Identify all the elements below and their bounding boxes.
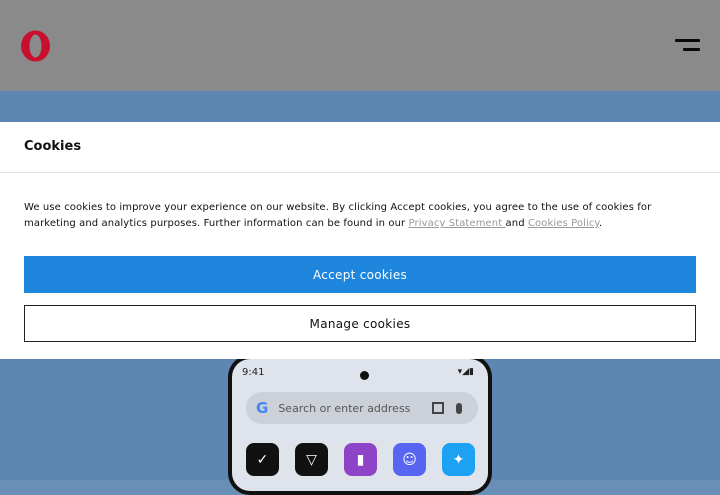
site-header [0,0,720,91]
twitch-app-icon: ▮ [344,443,377,476]
phone-search-bar: G Search or enter address [246,392,478,424]
app-shortcuts: ✓ ▽ ▮ ☺ ✦ [246,443,475,476]
qr-code-icon [432,402,444,414]
cookie-text-and: and [505,218,528,229]
discord-app-icon: ☺ [393,443,426,476]
privacy-statement-link[interactable]: Privacy Statement [409,218,506,229]
hamburger-menu-icon[interactable] [675,38,700,54]
cookies-policy-link[interactable]: Cookies Policy [528,218,599,229]
manage-cookies-button[interactable]: Manage cookies [24,305,696,342]
opera-logo-icon[interactable] [20,30,51,62]
accept-cookies-button[interactable]: Accept cookies [24,256,696,293]
cookie-text-end: . [599,218,603,229]
status-time: 9:41 [242,367,265,378]
microphone-icon [456,402,462,414]
cookie-dialog: Cookies We use cookies to improve your e… [0,122,720,359]
nike-app-icon: ✓ [246,443,279,476]
phone-screen: 9:41 ▾◢▮ G Search or enter address ✓ ▽ ▮ ☺ ✦ [232,359,488,491]
camera-icon [360,371,369,380]
status-icons: ▾◢▮ [457,367,474,377]
vivaldi-app-icon: ▽ [295,443,328,476]
google-icon: G [256,399,269,417]
divider [0,172,720,173]
phone-mockup: 9:41 ▾◢▮ G Search or enter address ✓ ▽ ▮ ☺ ✦ [228,355,492,495]
cookie-dialog-title: Cookies [24,139,82,154]
phone-search-placeholder: Search or enter address [278,401,411,415]
twitter-app-icon: ✦ [442,443,475,476]
cookie-description: We use cookies to improve your experienc… [24,200,700,232]
